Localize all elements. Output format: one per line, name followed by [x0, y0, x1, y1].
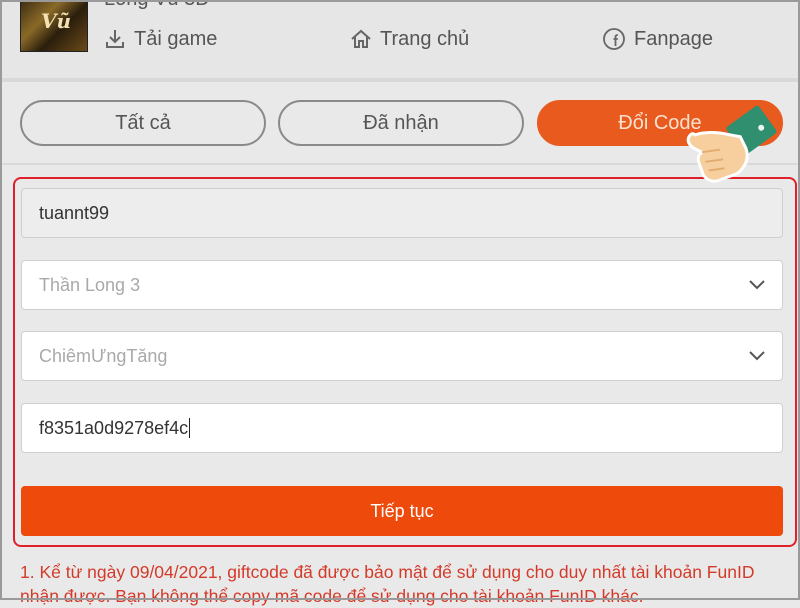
nav-download-game[interactable]: Tải game — [104, 24, 217, 54]
nav-home-label: Trang chủ — [380, 27, 470, 50]
pointing-hand-icon — [686, 105, 777, 183]
username-field[interactable]: tuannt99 — [21, 188, 783, 238]
character-selected-value: ChiêmƯngTăng — [39, 345, 168, 366]
giftcode-value: f8351a0d9278ef4c — [39, 417, 189, 438]
game-thumbnail-glyph: Vũ — [41, 9, 72, 33]
nav-fanpage-label: Fanpage — [634, 27, 713, 50]
game-title: Long Vũ 3D — [104, 0, 210, 11]
game-thumbnail[interactable]: Vũ — [20, 0, 88, 52]
continue-button[interactable]: Tiếp tục — [21, 486, 783, 536]
text-caret — [189, 418, 191, 438]
nav-home[interactable]: Trang chủ — [350, 24, 469, 54]
nav-download-label: Tải game — [134, 27, 218, 50]
notice-line-2: nhận được. Bạn không thể copy mã code để… — [20, 586, 644, 606]
notice-text: 1. Kể từ ngày 09/04/2021, giftcode đã đư… — [20, 560, 780, 608]
facebook-icon — [603, 28, 625, 50]
tab-all[interactable]: Tất cả — [20, 100, 266, 146]
notice-line-1: 1. Kể từ ngày 09/04/2021, giftcode đã đư… — [20, 562, 755, 582]
chevron-down-icon — [749, 280, 765, 290]
giftcode-input[interactable]: f8351a0d9278ef4c — [21, 403, 783, 453]
server-select[interactable]: Thần Long 3 — [21, 260, 783, 310]
nav-fanpage[interactable]: Fanpage — [602, 24, 713, 54]
home-icon — [351, 29, 371, 48]
download-icon — [106, 30, 124, 48]
chevron-down-icon — [749, 351, 765, 361]
app-header: Vũ Long Vũ 3D Tải game Trang chủ Fanpage — [0, 0, 800, 82]
character-select[interactable]: ChiêmƯngTăng — [21, 331, 783, 381]
server-selected-value: Thần Long 3 — [39, 274, 141, 295]
username-value: tuannt99 — [39, 202, 110, 223]
tab-received[interactable]: Đã nhận — [278, 100, 524, 146]
